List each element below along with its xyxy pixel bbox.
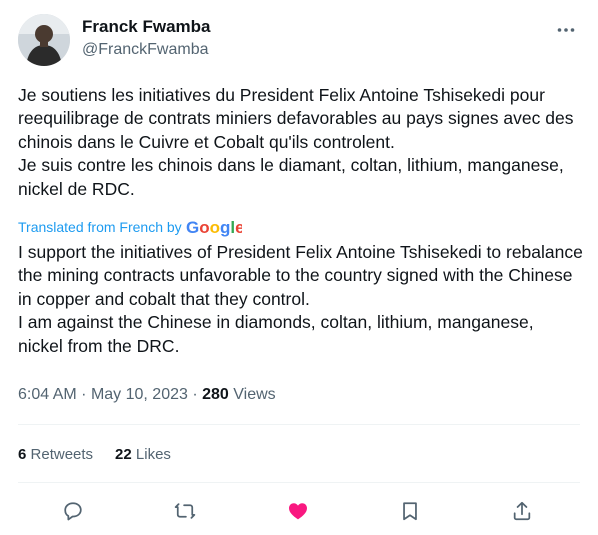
author-names: Franck Fwamba @FranckFwamba xyxy=(82,16,211,61)
retweet-icon xyxy=(174,503,196,519)
reply-button[interactable] xyxy=(56,494,90,528)
tweet-text: Je soutiens les initiatives du President… xyxy=(18,85,574,199)
engagement-stats: 6 Retweets 22 Likes xyxy=(18,445,171,465)
author-handle[interactable]: @FranckFwamba xyxy=(82,39,211,61)
divider xyxy=(18,424,580,425)
meta-separator: · xyxy=(81,386,91,403)
svg-text:Google: Google xyxy=(186,218,242,237)
like-button[interactable] xyxy=(281,494,315,528)
divider xyxy=(18,482,580,483)
likes-label: Likes xyxy=(135,446,171,463)
more-icon xyxy=(557,28,575,32)
views-count: 280 xyxy=(202,386,229,403)
bookmark-button[interactable] xyxy=(393,494,427,528)
likes-count: 22 xyxy=(115,446,132,463)
share-button[interactable] xyxy=(505,494,539,528)
tweet-header: Franck Fwamba @FranckFwamba xyxy=(18,12,578,68)
views-label: Views xyxy=(233,386,276,403)
retweets-count: 6 xyxy=(18,446,27,463)
retweets-stat[interactable]: 6 Retweets xyxy=(18,445,93,465)
reply-icon xyxy=(64,502,82,521)
bookmark-icon xyxy=(403,502,417,521)
tweet-date[interactable]: May 10, 2023 xyxy=(91,386,188,403)
tweet-time[interactable]: 6:04 AM xyxy=(18,386,77,403)
likes-stat[interactable]: 22 Likes xyxy=(115,445,171,465)
more-button[interactable] xyxy=(554,18,578,42)
avatar[interactable] xyxy=(18,14,70,66)
translated-text: I support the initiatives of President F… xyxy=(18,242,583,356)
retweet-button[interactable] xyxy=(168,494,202,528)
action-bar xyxy=(0,494,598,528)
translated-from-link[interactable]: Translated from French by Google xyxy=(18,217,245,237)
author-display-name[interactable]: Franck Fwamba xyxy=(82,16,211,38)
share-icon xyxy=(513,501,531,521)
meta-separator: · xyxy=(192,386,203,403)
translated-label: Translated from French by xyxy=(18,219,182,235)
retweets-label: Retweets xyxy=(30,446,94,463)
heart-filled-icon xyxy=(289,503,307,520)
tweet: Franck Fwamba @FranckFwamba Je soutiens … xyxy=(0,0,598,535)
google-logo: Google xyxy=(186,217,245,237)
tweet-meta: 6:04 AM · May 10, 2023 · 280 Views xyxy=(18,385,276,405)
